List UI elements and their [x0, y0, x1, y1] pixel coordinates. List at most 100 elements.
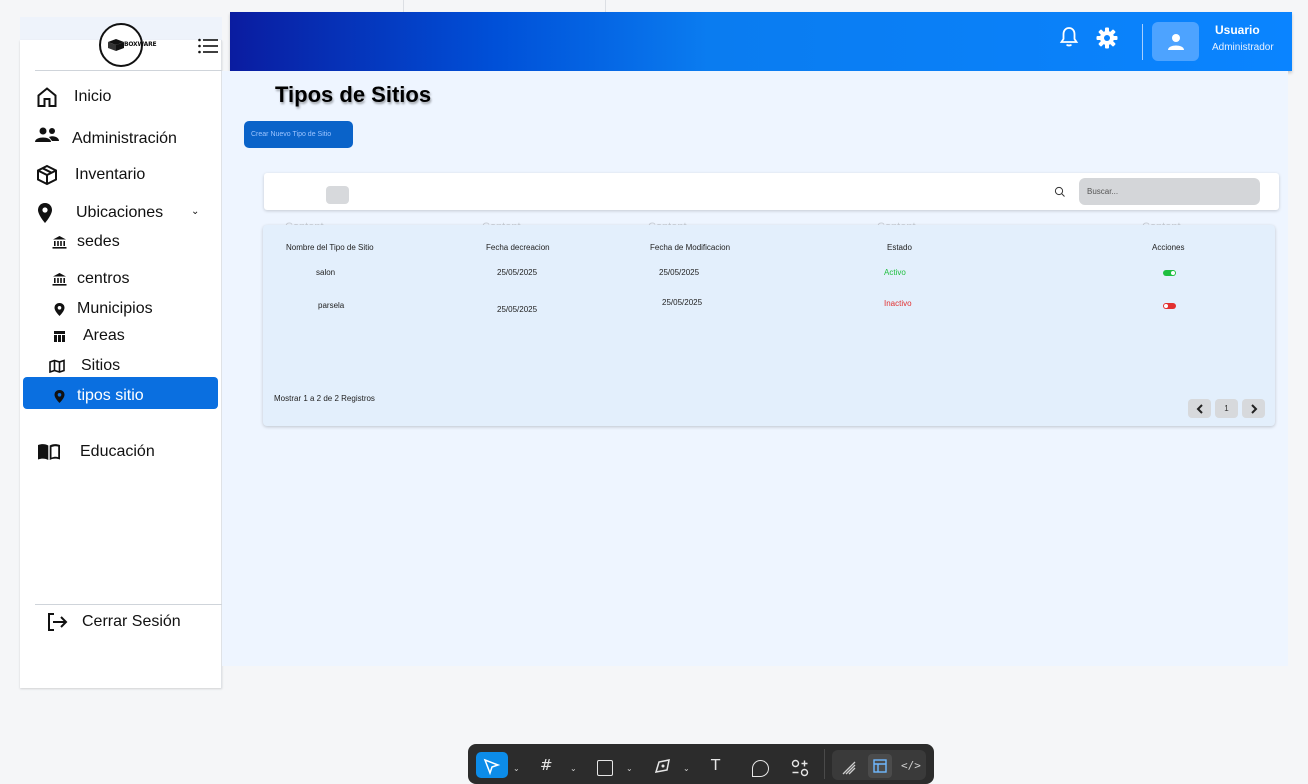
sidebar-subitem-label: sedes [77, 233, 120, 250]
sidebar-divider [35, 70, 222, 71]
search-input[interactable] [1079, 178, 1260, 205]
sidebar-subitem-label: centros [77, 270, 130, 287]
search-icon [1054, 185, 1066, 197]
top-divider [605, 0, 606, 12]
pen-tool-icon[interactable] [654, 758, 672, 781]
avatar[interactable] [1152, 22, 1199, 61]
book-icon [37, 440, 61, 464]
design-mode-icon [873, 759, 887, 773]
gear-icon[interactable] [1095, 26, 1119, 55]
move-tool-icon [483, 758, 501, 776]
rectangle-tool-icon[interactable] [597, 760, 613, 776]
sidebar-divider [35, 604, 229, 605]
sidebar-item-administracion[interactable]: Administración [35, 127, 177, 151]
user-role: Administrador [1212, 42, 1274, 53]
prev-page-button[interactable] [1188, 399, 1211, 418]
sidebar-subitem-sedes[interactable]: sedes [51, 233, 120, 251]
sidebar-item-inventario[interactable]: Inventario [35, 163, 145, 187]
sidebar-item-inicio[interactable]: Inicio [35, 85, 111, 109]
sidebar-subitem-label: Municipios [77, 300, 153, 317]
sidebar-subitem-sitios[interactable]: Sitios [49, 357, 120, 375]
chevron-right-icon [1250, 403, 1257, 414]
top-header: Usuario Administrador [230, 12, 1292, 71]
location-pin-icon [51, 388, 67, 404]
people-icon [35, 127, 59, 151]
data-table [263, 225, 1275, 426]
logout-label: Cerrar Sesión [82, 613, 181, 630]
menu-toggle-button[interactable] [197, 37, 219, 55]
user-name: Usuario [1215, 23, 1260, 37]
map-icon [49, 358, 65, 374]
next-page-button[interactable] [1242, 399, 1265, 418]
bank-icon [51, 271, 67, 287]
status-toggle-on[interactable] [1163, 270, 1176, 276]
records-count: Mostrar 1 a 2 de 2 Registros [274, 394, 375, 403]
box-icon [35, 163, 59, 187]
chevron-down-icon: ⌄ [191, 206, 200, 217]
design-mode-button[interactable] [868, 754, 892, 778]
chevron-down-icon[interactable]: ⌄ [513, 764, 520, 773]
location-pin-icon [33, 201, 57, 225]
sidebar-subitem-areas[interactable]: Areas [51, 327, 125, 345]
text-tool-icon[interactable]: T [711, 756, 720, 774]
sidebar-subitem-tipos-sitio[interactable]: tipos sitio [51, 387, 144, 405]
sidebar-item-label: Ubicaciones [76, 204, 164, 221]
sidebar-subitem-municipios[interactable]: Municipios [51, 300, 153, 318]
create-site-type-button[interactable]: Crear Nuevo Tipo de Sitio [244, 121, 353, 148]
chevron-left-icon [1196, 403, 1203, 414]
logout-button[interactable]: Cerrar Sesión [45, 610, 181, 634]
sidebar-subitem-centros[interactable]: centros [51, 270, 129, 288]
location-pin-icon [51, 301, 67, 317]
frame-tool-icon[interactable]: # [540, 756, 553, 774]
cell-fecha-modificacion: 25/05/2025 [662, 298, 703, 307]
sidebar-subitem-label: Areas [83, 327, 125, 344]
column-header[interactable]: Fecha decreacion [486, 243, 550, 252]
box-logo-icon [108, 39, 124, 51]
sidebar-item-educacion[interactable]: Educación [37, 440, 155, 464]
toolbar-separator [824, 749, 825, 779]
move-tool-button[interactable] [476, 752, 508, 778]
sidebar-item-label: Inventario [75, 166, 146, 183]
search-bar [264, 173, 1279, 210]
page-title: Tipos de Sitios [275, 82, 432, 107]
column-header[interactable]: Acciones [1152, 243, 1184, 252]
bell-icon[interactable] [1059, 26, 1079, 53]
status-badge: Inactivo [884, 299, 912, 308]
app-logo[interactable]: BOXWARE [99, 23, 157, 67]
home-icon [35, 85, 59, 109]
cell-nombre: parsela [318, 301, 345, 310]
cell-fecha-modificacion: 25/05/2025 [659, 268, 700, 277]
status-toggle-off[interactable] [1163, 303, 1176, 309]
bank-icon [51, 234, 67, 250]
status-badge: Activo [884, 268, 906, 277]
list-menu-icon [198, 38, 218, 54]
user-icon [1167, 33, 1184, 50]
cell-fecha-creacion: 25/05/2025 [497, 305, 538, 314]
sidebar-subitem-label: tipos sitio [77, 387, 144, 404]
sidebar-item-label: Administración [72, 130, 177, 147]
cell-fecha-creacion: 25/05/2025 [497, 268, 538, 277]
page-number-button[interactable]: 1 [1215, 399, 1238, 418]
chevron-down-icon[interactable]: ⌄ [626, 764, 633, 773]
table-icon [51, 328, 67, 344]
chevron-down-icon[interactable]: ⌄ [570, 764, 577, 773]
column-header[interactable]: Nombre del Tipo de Sitio [286, 243, 374, 252]
top-divider [403, 0, 404, 12]
logo-text: BOXWARE [124, 41, 157, 48]
cell-nombre: salon [316, 268, 336, 277]
sidebar-subitem-label: Sitios [81, 357, 121, 374]
dev-mode-icon[interactable]: </> [901, 759, 921, 772]
design-toolbar: ⌄ # ⌄ ⌄ ⌄ T </> [468, 744, 934, 784]
actions-tool-icon[interactable] [791, 759, 809, 782]
filter-button[interactable] [326, 186, 349, 204]
column-header[interactable]: Estado [887, 243, 912, 252]
column-header[interactable]: Fecha de Modificacion [650, 243, 730, 252]
sidebar-item-label: Educación [80, 443, 155, 460]
draw-mode-icon[interactable] [841, 760, 857, 781]
sidebar-item-label: Inicio [74, 88, 112, 105]
header-separator [1142, 24, 1143, 60]
chevron-down-icon[interactable]: ⌄ [683, 764, 690, 773]
sidebar-item-ubicaciones[interactable]: Ubicaciones ⌄ [33, 201, 203, 225]
comment-tool-icon[interactable] [752, 760, 769, 777]
logout-icon [45, 610, 69, 634]
